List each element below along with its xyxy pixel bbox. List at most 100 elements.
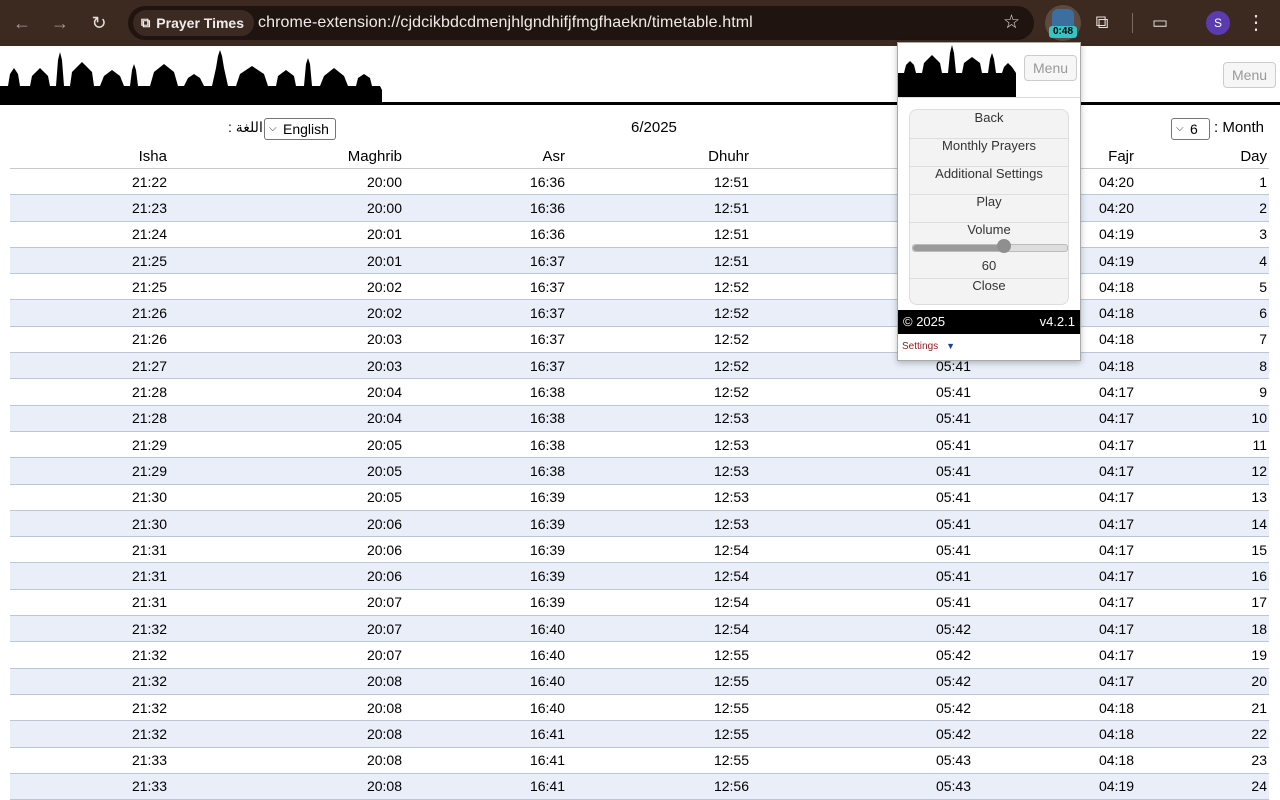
page-title: 6/2025 [631,119,677,136]
star-icon[interactable]: ☆ [1003,6,1020,40]
table-cell: 6 [1136,299,1269,327]
table-cell: 16:37 [404,247,567,275]
monthly-prayers-button[interactable]: Monthly Prayers [910,139,1068,167]
controls-row: : اللغة ⌵ English 6/2025 ⌵ 6 : Month [0,116,1280,142]
avatar[interactable]: S [1206,11,1230,35]
popup-menu-button[interactable]: Menu [1024,55,1078,81]
table-cell: 16:40 [404,615,567,643]
month-value: 6 [1190,121,1198,137]
table-cell: 21:22 [10,168,169,196]
table-cell: 4 [1136,247,1269,275]
table-cell: 13 [1136,484,1269,511]
table-cell: 12:55 [567,747,751,774]
table-cell: 7 [1136,326,1269,354]
table-cell: 21:32 [10,615,169,643]
table-cell: 16:40 [404,668,567,695]
table-cell: 05:42 [751,615,973,643]
table-cell: 21:32 [10,694,169,722]
table-cell: 12:51 [567,194,751,222]
table-cell: 05:41 [751,562,973,590]
table-cell: 04:17 [973,431,1136,459]
table-cell: 04:17 [973,536,1136,564]
table-cell: 04:17 [973,641,1136,669]
table-cell: 21:32 [10,641,169,669]
volume-value: 60 [981,258,997,273]
timetable-page: Menu : اللغة ⌵ English 6/2025 ⌵ 6 : Mont… [0,46,1280,800]
table-cell: 21:28 [10,405,169,432]
table-cell: 05:41 [751,484,973,511]
table-cell: 21:30 [10,484,169,511]
close-button[interactable]: Close [910,278,1068,306]
table-cell: 16:36 [404,221,567,248]
table-cell: 12:52 [567,352,751,380]
additional-settings-button[interactable]: Additional Settings [910,167,1068,195]
table-cell: 12:54 [567,589,751,617]
table-row: 21:31 20:06 16:39 12:54 05:41 04:17 16 [10,562,1269,590]
chevron-down-icon: ▼ [946,341,956,351]
table-row: 21:29 20:05 16:38 12:53 05:41 04:17 11 [10,431,1269,459]
table-cell: 12:55 [567,694,751,722]
back-arrow-icon[interactable]: ← [10,11,34,35]
column-header: Isha [10,144,169,169]
popup-footer: © 2025 v4.2.1 [898,310,1080,334]
settings-toggle[interactable]: Settings ▼ [902,341,955,352]
popup-header: Menu [898,43,1080,98]
language-value: English [283,121,329,137]
table-cell: 14 [1136,510,1269,538]
menu-button[interactable]: Menu [1223,62,1277,88]
table-cell: 12:52 [567,299,751,327]
table-cell: 20:02 [169,299,404,327]
table-cell: 16:38 [404,405,567,432]
table-cell: 17 [1136,589,1269,617]
table-cell: 21:29 [10,431,169,459]
extension-badge: 0:48 [1049,26,1077,38]
table-cell: 21:28 [10,378,169,406]
kebab-icon[interactable]: ⋮ [1244,10,1268,36]
prayer-extension-button[interactable]: 0:48 [1045,5,1081,41]
mosque-skyline-icon [0,50,382,102]
table-cell: 9 [1136,378,1269,406]
table-cell: 21:25 [10,273,169,301]
site-chip[interactable]: ⧉ Prayer Times [133,10,254,36]
chevron-down-icon: ⌵ [1176,123,1184,134]
language-select[interactable]: ⌵ English [264,118,336,140]
table-cell: 05:43 [751,773,973,800]
url-text[interactable]: chrome-extension://cjdcikbdcdmenjhlgndhi… [258,6,753,40]
table-row: 21:32 20:07 16:40 12:54 05:42 04:17 18 [10,615,1269,643]
puzzle-icon[interactable]: ⧉ [1090,10,1114,34]
table-cell: 04:18 [973,720,1136,748]
table-cell: 16:41 [404,747,567,774]
table-cell: 8 [1136,352,1269,380]
table-cell: 21 [1136,694,1269,722]
table-cell: 04:18 [973,747,1136,774]
table-cell: 05:41 [751,457,973,485]
back-button[interactable]: Back [910,111,1068,139]
table-cell: 05:41 [751,510,973,538]
toolbar-divider [1132,13,1133,33]
forward-arrow-icon[interactable]: → [48,11,72,35]
volume-slider-track[interactable] [912,244,1068,252]
play-button[interactable]: Play [910,195,1068,223]
table-cell: 04:18 [973,694,1136,722]
table-cell: 21:26 [10,299,169,327]
table-cell: 20:08 [169,720,404,748]
table-cell: 05:42 [751,720,973,748]
table-cell: 16:37 [404,273,567,301]
table-cell: 12:52 [567,273,751,301]
table-cell: 16:38 [404,431,567,459]
mosque-skyline-icon [898,45,1016,97]
table-cell: 04:17 [973,615,1136,643]
table-cell: 16:39 [404,484,567,511]
cast-icon[interactable]: ▭ [1148,11,1172,35]
table-cell: 20:07 [169,615,404,643]
table-cell: 16 [1136,562,1269,590]
month-select[interactable]: ⌵ 6 [1171,118,1210,140]
reload-icon[interactable]: ↻ [87,11,111,35]
table-cell: 12:53 [567,431,751,459]
table-cell: 20:08 [169,773,404,800]
address-bar[interactable]: ⧉ Prayer Times chrome-extension://cjdcik… [128,6,1034,40]
table-cell: 04:17 [973,510,1136,538]
table-row: 21:31 20:06 16:39 12:54 05:41 04:17 15 [10,536,1269,564]
table-cell: 12:51 [567,247,751,275]
table-cell: 12 [1136,457,1269,485]
